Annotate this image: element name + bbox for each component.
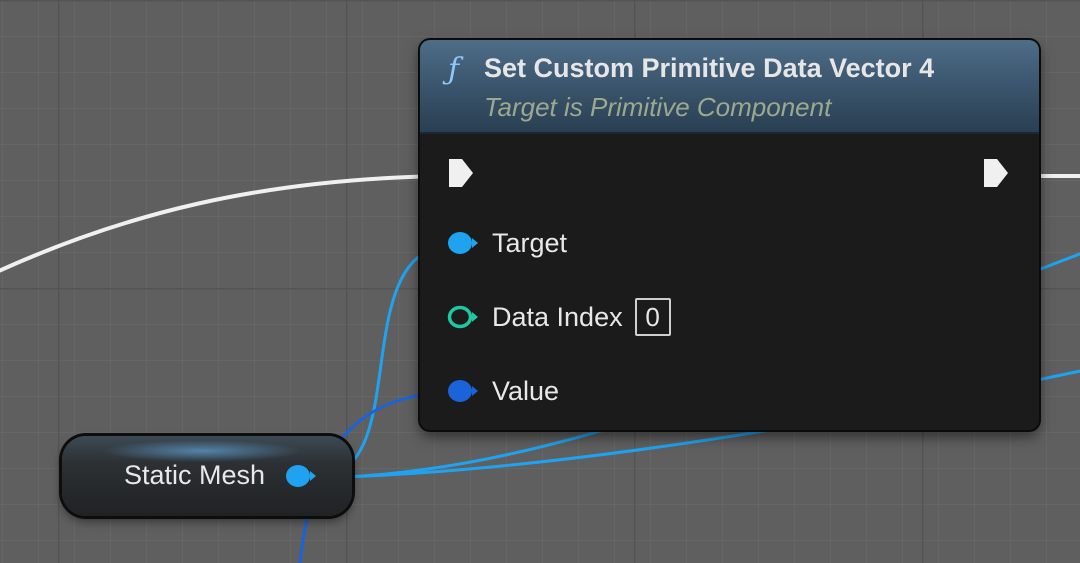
exec-wire-in[interactable] — [0, 174, 451, 275]
data-index-input[interactable]: 0 — [634, 298, 671, 336]
object-pin-icon[interactable] — [284, 461, 318, 491]
node-title: Set Custom Primitive Data Vector 4 — [484, 53, 935, 83]
set-custom-primitive-data-vector4-node[interactable]: ƒ Set Custom Primitive Data Vector 4 Tar… — [420, 40, 1039, 430]
value-pin-label: Value — [492, 375, 560, 406]
object-pin-icon[interactable] — [446, 228, 480, 258]
data-index-pin-row[interactable]: Data Index 0 — [446, 298, 671, 336]
node-header: ƒ Set Custom Primitive Data Vector 4 Tar… — [420, 40, 1039, 134]
node-subtitle: Target is Primitive Component — [484, 92, 832, 122]
node-highlight — [102, 440, 302, 462]
target-pin-label: Target — [492, 227, 568, 258]
value-pin-row[interactable]: Value — [446, 373, 559, 409]
function-icon: ƒ — [448, 52, 460, 87]
data-index-pin-label: Data Index — [492, 301, 623, 332]
integer-pin-icon[interactable] — [446, 302, 480, 332]
static-mesh-variable-node[interactable]: Static Mesh — [62, 436, 352, 516]
target-pin-row[interactable]: Target — [446, 225, 567, 261]
exec-output-pin-icon[interactable] — [981, 156, 1011, 190]
vector4-pin-icon[interactable] — [446, 376, 480, 406]
exec-input-pin-icon[interactable] — [446, 156, 476, 190]
static-mesh-label: Static Mesh — [124, 460, 266, 490]
